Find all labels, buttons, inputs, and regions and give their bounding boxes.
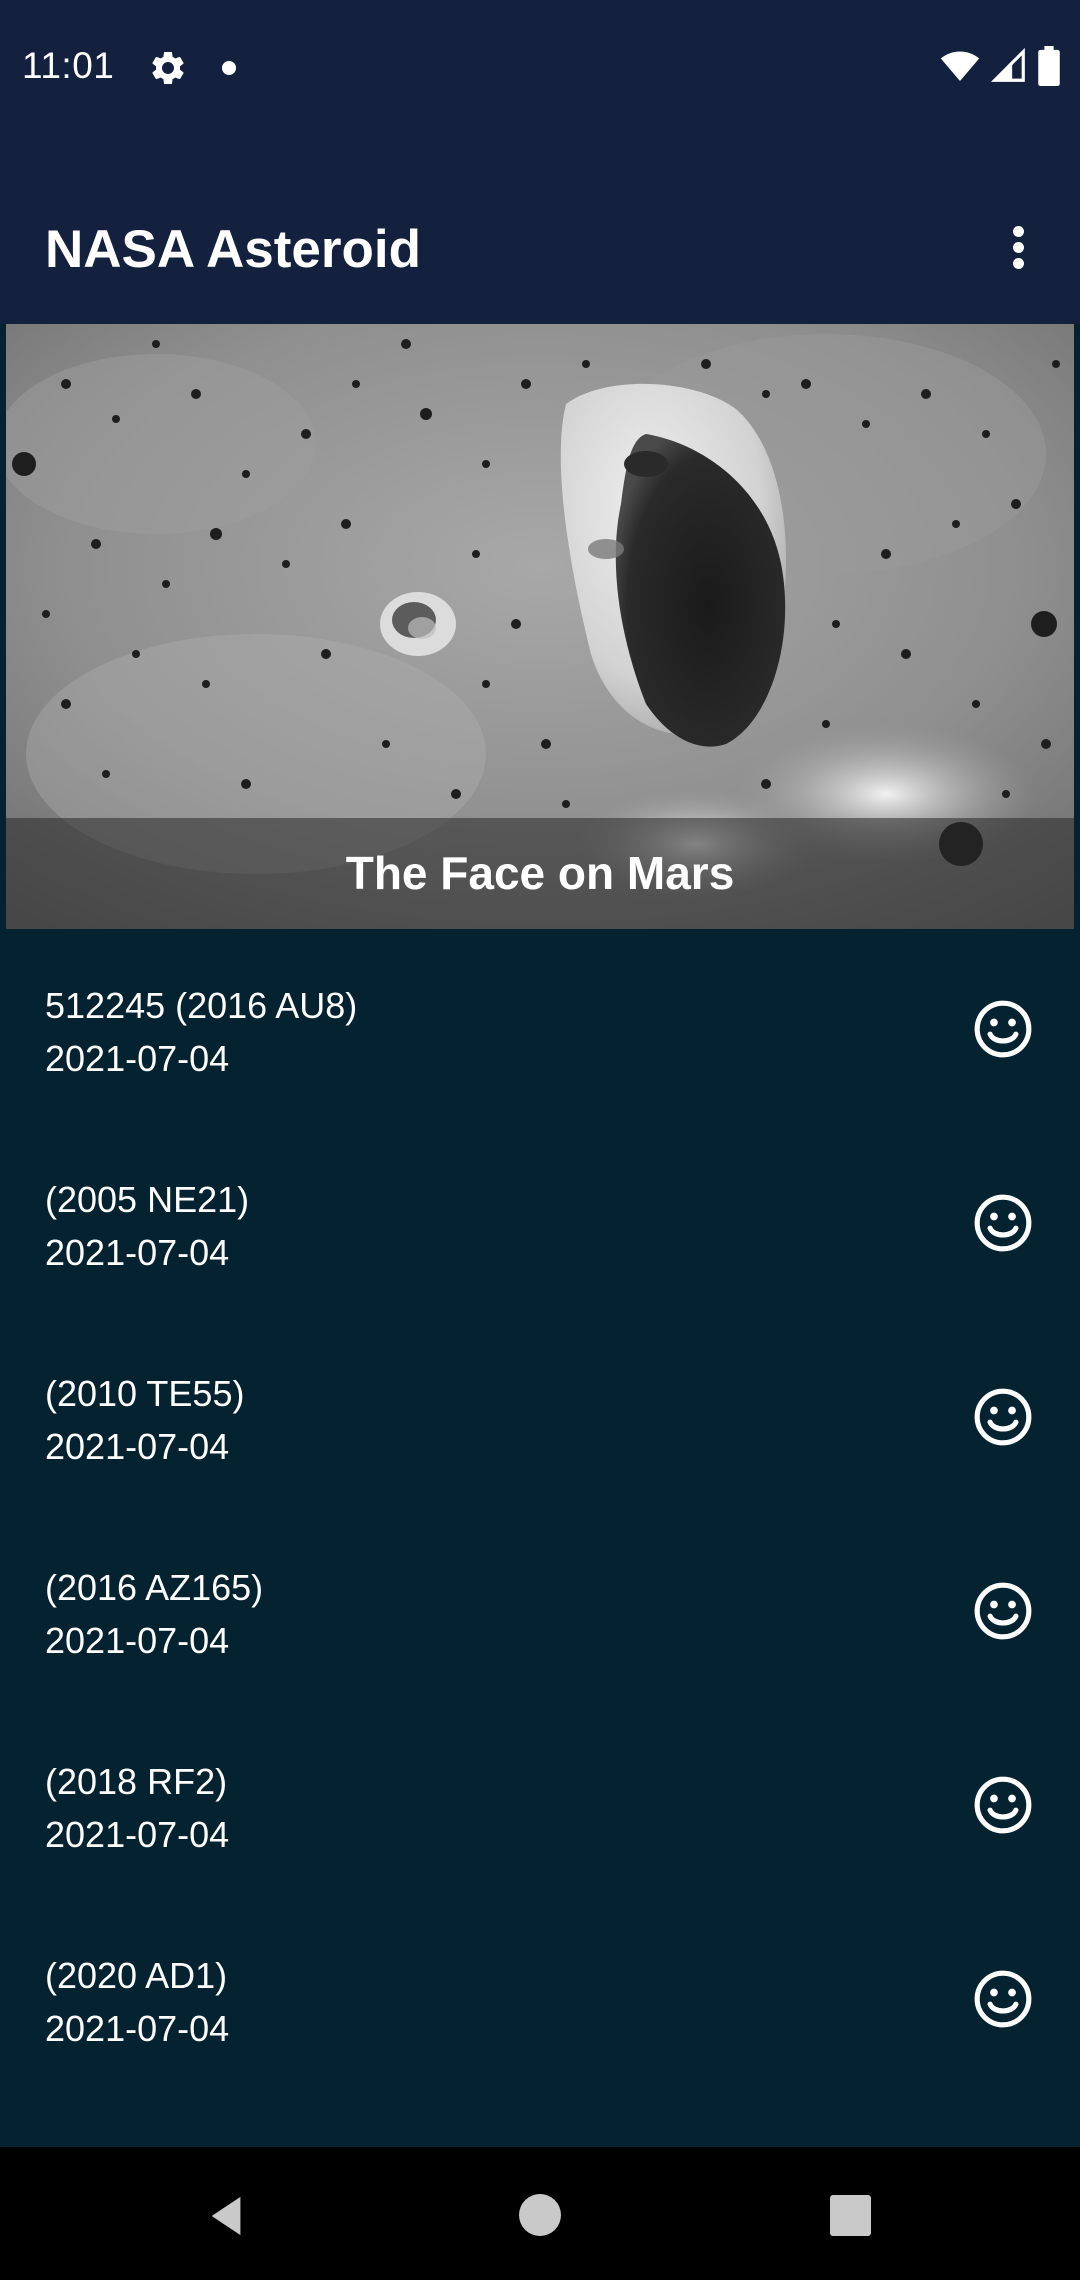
asteroid-text: (2018 RF2) 2021-07-04: [45, 1755, 229, 1861]
smiley-icon: [974, 1970, 1032, 2028]
status-bar: 11:01: [0, 0, 1080, 135]
asteroid-name: (2018 RF2): [45, 1761, 228, 1802]
asteroid-text: (2005 NE21) 2021-07-04: [45, 1173, 249, 1279]
back-icon[interactable]: [204, 2193, 250, 2239]
app-screen: 11:01 NASA Asteroid The Face on Mars 512…: [0, 0, 1080, 2280]
recents-icon[interactable]: [830, 2195, 871, 2236]
asteroid-name: (2016 AZ165): [45, 1567, 264, 1608]
smiley-icon: [974, 1194, 1032, 1252]
status-time: 11:01: [22, 45, 115, 86]
asteroid-date: 2021-07-04: [45, 1814, 230, 1855]
list-item[interactable]: (2020 AD1) 2021-07-04: [0, 1899, 1080, 2093]
image-of-the-day[interactable]: The Face on Mars: [6, 324, 1074, 929]
smiley-icon: [974, 1582, 1032, 1640]
asteroid-name: (2005 NE21): [45, 1179, 250, 1220]
asteroid-name: 512245 (2016 AU8): [45, 985, 358, 1026]
asteroid-name: (2010 TE55): [45, 1373, 245, 1414]
asteroid-date: 2021-07-04: [45, 2008, 230, 2049]
asteroid-text: (2010 TE55) 2021-07-04: [45, 1367, 244, 1473]
status-icons: [940, 46, 1060, 90]
top-app-area: 11:01 NASA Asteroid: [0, 0, 1080, 324]
asteroid-date: 2021-07-04: [45, 1620, 230, 1661]
app-bar: NASA Asteroid: [0, 200, 1080, 300]
asteroid-text: (2016 AZ165) 2021-07-04: [45, 1561, 263, 1667]
smiley-icon: [974, 1000, 1032, 1058]
asteroid-date: 2021-07-04: [45, 1038, 230, 1079]
image-caption: The Face on Mars: [6, 818, 1074, 929]
asteroid-text: 512245 (2016 AU8) 2021-07-04: [45, 979, 357, 1085]
asteroid-name: (2020 AD1): [45, 1955, 228, 1996]
list-item[interactable]: 512245 (2016 AU8) 2021-07-04: [0, 929, 1080, 1123]
navigation-bar: [0, 2147, 1080, 2280]
home-icon[interactable]: [519, 2194, 561, 2236]
smiley-icon: [974, 1388, 1032, 1446]
list-item[interactable]: (2018 RF2) 2021-07-04: [0, 1705, 1080, 1899]
asteroid-date: 2021-07-04: [45, 1426, 230, 1467]
smiley-icon: [974, 1776, 1032, 1834]
app-title: NASA Asteroid: [45, 220, 421, 279]
list-item[interactable]: (2016 AZ165) 2021-07-04: [0, 1511, 1080, 1705]
list-item[interactable]: (2010 TE55) 2021-07-04: [0, 1317, 1080, 1511]
wifi-icon: [940, 46, 980, 90]
asteroid-date: 2021-07-04: [45, 1232, 230, 1273]
asteroid-text: (2020 AD1) 2021-07-04: [45, 1949, 229, 2055]
overflow-menu-icon[interactable]: [990, 220, 1046, 276]
asteroid-list: 512245 (2016 AU8) 2021-07-04 (2005 NE21)…: [0, 929, 1080, 2147]
battery-icon: [1038, 46, 1060, 90]
list-item[interactable]: (2005 NE21) 2021-07-04: [0, 1123, 1080, 1317]
settings-gear-icon: [148, 48, 188, 88]
signal-icon: [990, 47, 1028, 89]
notification-dot-icon: [222, 61, 236, 75]
